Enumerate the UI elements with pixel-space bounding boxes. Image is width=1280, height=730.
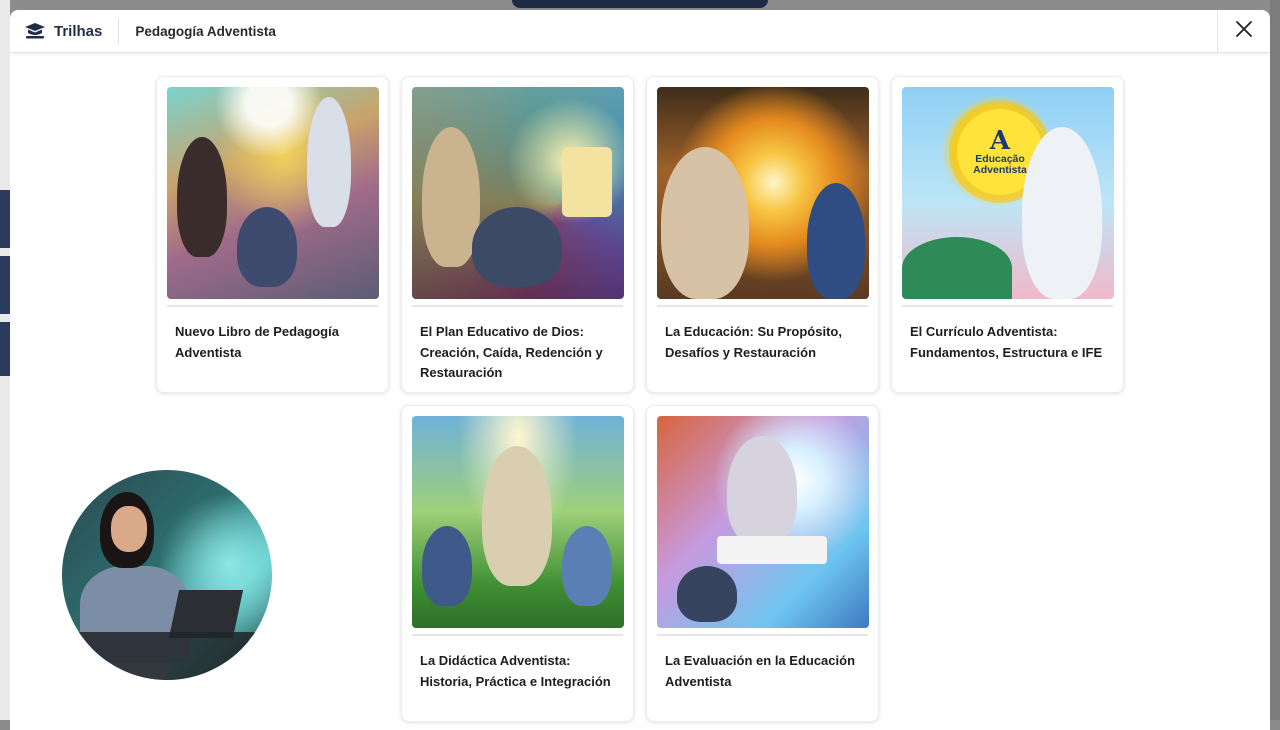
course-card-image[interactable] — [412, 416, 624, 628]
course-card[interactable]: La Evaluación en la Educación Adventista — [646, 405, 879, 722]
brand-title: Trilhas — [54, 22, 103, 40]
figure-shape — [482, 446, 552, 586]
course-card-image[interactable] — [657, 87, 869, 299]
course-card[interactable]: La Educación: Su Propósito, Desafíos y R… — [646, 76, 879, 393]
figure-shape — [472, 207, 562, 287]
close-button[interactable] — [1217, 10, 1270, 52]
background-panel-block — [0, 322, 10, 376]
course-card-image[interactable] — [412, 87, 624, 299]
figure-shape — [677, 566, 737, 622]
course-card[interactable]: A Educação Adventista El Currículo Adven… — [891, 76, 1124, 393]
figure-shape — [661, 147, 749, 299]
course-card-image[interactable] — [657, 416, 869, 628]
figure-shape — [237, 207, 297, 287]
header-divider — [118, 18, 120, 44]
figure-shape — [1022, 127, 1102, 299]
course-card[interactable]: La Didáctica Adventista: Historia, Práct… — [401, 405, 634, 722]
course-card-title: La Evaluación en la Educación Adventista — [665, 653, 856, 689]
background-page-edge — [1270, 0, 1280, 720]
presenter-webcam — [62, 470, 272, 680]
figure-shape — [902, 237, 1012, 299]
figure-shape — [111, 506, 147, 552]
figure-shape — [307, 97, 351, 227]
laptop-shape — [168, 590, 244, 638]
background-panel-block — [0, 256, 10, 314]
book-stack-icon — [24, 20, 46, 42]
figure-shape — [562, 526, 612, 606]
desk-shape — [62, 632, 272, 680]
card-separator — [412, 305, 623, 307]
course-card-title: El Plan Educativo de Dios: Creación, Caí… — [420, 324, 603, 380]
modal-title: Pedagogía Adventista — [135, 23, 276, 39]
card-separator — [412, 634, 623, 636]
modal-header: Trilhas Pedagogía Adventista — [10, 10, 1270, 53]
course-card[interactable]: Nuevo Libro de Pedagogía Adventista — [156, 76, 389, 393]
background-panel-block — [0, 190, 10, 248]
figure-shape — [422, 526, 472, 606]
course-card[interactable]: El Plan Educativo de Dios: Creación, Caí… — [401, 76, 634, 393]
background-top-bar — [512, 0, 768, 8]
card-separator — [657, 634, 868, 636]
figure-shape — [807, 183, 865, 299]
course-grid: Nuevo Libro de Pedagogía Adventista El P… — [156, 76, 1126, 722]
close-icon[interactable] — [1236, 20, 1252, 42]
card-separator — [167, 305, 378, 307]
course-card-title: La Educación: Su Propósito, Desafíos y R… — [665, 324, 842, 360]
card-separator — [657, 305, 868, 307]
course-card-title: Nuevo Libro de Pedagogía Adventista — [175, 324, 339, 360]
course-card-title: La Didáctica Adventista: Historia, Práct… — [420, 653, 611, 689]
course-card-image[interactable]: A Educação Adventista — [902, 87, 1114, 299]
figure-shape — [717, 536, 827, 564]
brand: Trilhas — [10, 10, 102, 52]
figure-shape — [562, 147, 612, 217]
figure-shape — [177, 137, 227, 257]
course-card-image[interactable] — [167, 87, 379, 299]
course-card-title: El Currículo Adventista: Fundamentos, Es… — [910, 324, 1103, 360]
card-separator — [902, 305, 1113, 307]
figure-shape — [727, 436, 797, 546]
